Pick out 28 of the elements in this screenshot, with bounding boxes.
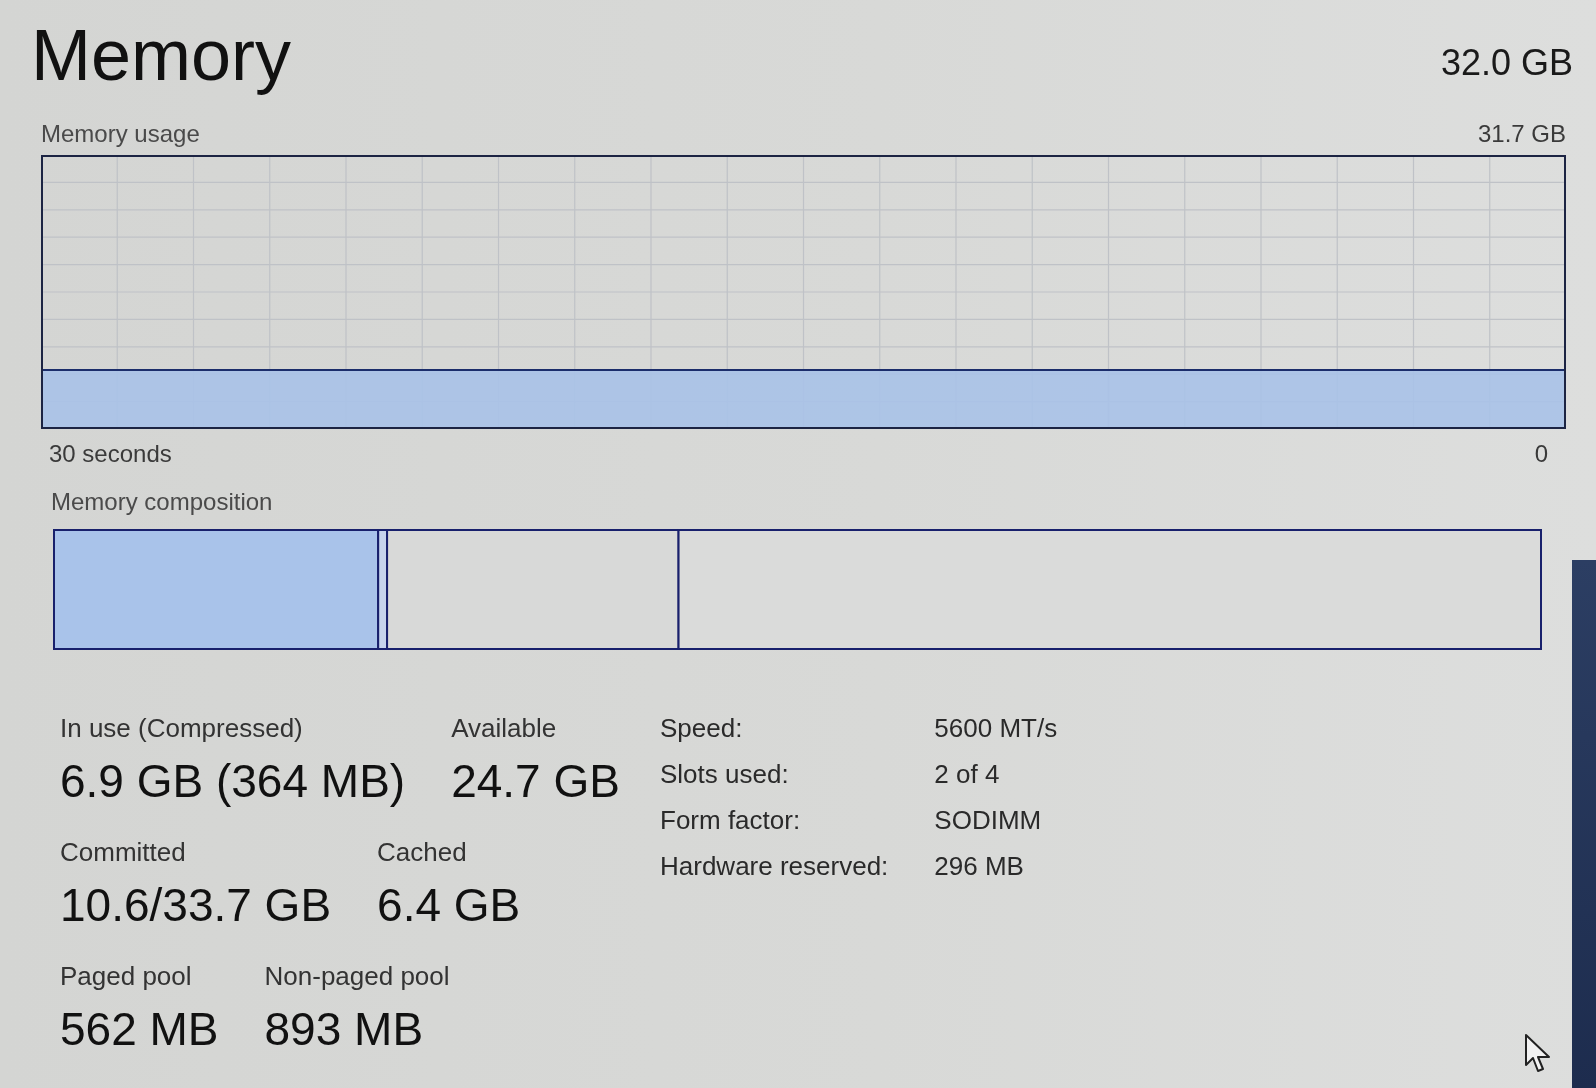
stat-label: In use (Compressed) xyxy=(60,713,304,743)
detail-label: Hardware reserved: xyxy=(660,851,889,881)
time-span-label: 30 seconds xyxy=(49,440,172,468)
stat-label: Paged pool xyxy=(60,961,193,991)
max-label: 31.7 GB xyxy=(1477,120,1566,148)
stat-value: 24.7 GB xyxy=(451,755,620,807)
chart-title: Memory composition xyxy=(51,488,273,515)
detail-label: Slots used: xyxy=(660,759,790,789)
graph-title: Memory usage xyxy=(41,120,200,148)
stat-label: Cached xyxy=(377,837,468,867)
stat-label: Available xyxy=(451,713,558,743)
detail-label: Speed: xyxy=(660,713,744,743)
detail-value: 5600 MT/s xyxy=(934,713,1058,743)
total-memory: 32.0 GB xyxy=(1440,43,1573,83)
detail-value: SODIMM xyxy=(934,805,1043,835)
min-label: 0 xyxy=(1534,440,1548,468)
stat-value: 6.4 GB xyxy=(377,879,521,931)
stat-label: Committed xyxy=(60,837,187,867)
detail-label: Form factor: xyxy=(660,805,802,835)
stat-label: Non-paged pool xyxy=(264,961,450,991)
stat-value: 893 MB xyxy=(264,1003,425,1055)
mouse-pointer-icon xyxy=(1524,1033,1552,1075)
detail-value: 2 of 4 xyxy=(934,759,1001,789)
stat-value: 10.6/33.7 GB xyxy=(60,879,332,931)
detail-value: 296 MB xyxy=(934,851,1025,881)
stat-value: 562 MB xyxy=(60,1003,219,1055)
stat-value: 6.9 GB (364 MB) xyxy=(60,755,406,807)
page-title: Memory xyxy=(31,15,291,95)
